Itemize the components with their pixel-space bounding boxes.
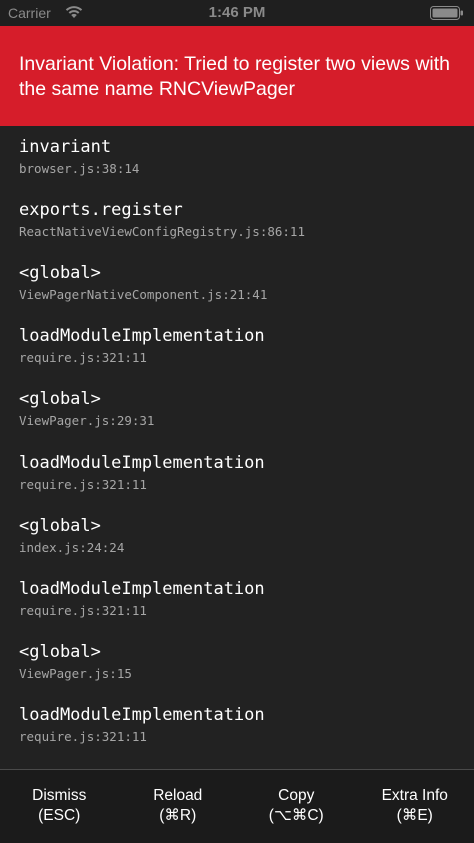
stack-frame[interactable]: <global> ViewPager.js:29:31 — [19, 388, 469, 429]
frame-location: ReactNativeViewConfigRegistry.js:86:11 — [19, 224, 305, 239]
status-time: 1:46 PM — [208, 4, 266, 21]
frame-location: ViewPager.js:29:31 — [19, 413, 155, 428]
dismiss-button[interactable]: Dismiss (ESC) — [0, 770, 119, 843]
frame-method: <global> — [19, 263, 101, 283]
reload-button[interactable]: Reload (⌘R) — [119, 770, 238, 843]
frame-location: index.js:24:24 — [19, 540, 125, 555]
stack-frame[interactable]: exports.register ReactNativeViewConfigRe… — [19, 199, 469, 240]
copy-shortcut: (⌥⌘C) — [268, 807, 324, 824]
frame-method: <global> — [19, 642, 101, 662]
frame-location: require.js:321:11 — [19, 477, 147, 492]
reload-shortcut: (⌘R) — [159, 807, 197, 824]
error-message: Invariant Violation: Tried to register t… — [0, 26, 474, 126]
stack-frame[interactable]: <global> index.js:24:24 — [19, 515, 469, 556]
frame-method: exports.register — [19, 200, 183, 220]
frame-location: ViewPager.js:15 — [19, 666, 132, 681]
copy-label: Copy — [278, 787, 315, 804]
frame-method: invariant — [19, 137, 112, 157]
stack-frame[interactable]: loadModuleImplementation require.js:321:… — [19, 578, 469, 619]
dismiss-label: Dismiss — [32, 787, 87, 804]
copy-button[interactable]: Copy (⌥⌘C) — [237, 770, 356, 843]
frame-location: browser.js:38:14 — [19, 161, 140, 176]
stack-frame[interactable]: loadModuleImplementation require.js:321:… — [19, 325, 469, 366]
frame-location: require.js:321:11 — [19, 729, 147, 744]
frame-method: <global> — [19, 389, 101, 409]
frame-location: require.js:321:11 — [19, 603, 147, 618]
frame-method: loadModuleImplementation — [19, 579, 265, 599]
stack-frame[interactable]: loadModuleImplementation require.js:321:… — [19, 704, 469, 745]
frame-location: require.js:321:11 — [19, 350, 147, 365]
battery-icon — [430, 6, 463, 20]
stack-frame[interactable]: invariant browser.js:38:14 — [19, 136, 469, 177]
redbox-screen: Carrier 1:46 PM Invariant Violation: Tri… — [0, 0, 474, 843]
frame-method: loadModuleImplementation — [19, 453, 265, 473]
frame-method: loadModuleImplementation — [19, 705, 265, 725]
reload-label: Reload — [153, 787, 203, 804]
frame-method: loadModuleImplementation — [19, 326, 265, 346]
status-bar: Carrier 1:46 PM — [0, 0, 474, 26]
dismiss-shortcut: (ESC) — [38, 807, 81, 824]
extra-info-label: Extra Info — [381, 787, 448, 804]
stack-frame[interactable]: loadModuleImplementation require.js:321:… — [19, 452, 469, 493]
frame-method: <global> — [19, 516, 101, 536]
stack-frame[interactable]: <global> ViewPager.js:15 — [19, 641, 469, 682]
redbox-toolbar: Dismiss (ESC) Reload (⌘R) Copy (⌥⌘C) Ext… — [0, 769, 474, 843]
frame-location: ViewPagerNativeComponent.js:21:41 — [19, 287, 268, 302]
extra-info-shortcut: (⌘E) — [396, 807, 433, 824]
extra-info-button[interactable]: Extra Info (⌘E) — [356, 770, 474, 843]
stack-trace-list: invariant browser.js:38:14 exports.regis… — [0, 126, 474, 769]
stack-frame[interactable]: <global> ViewPagerNativeComponent.js:21:… — [19, 262, 469, 303]
